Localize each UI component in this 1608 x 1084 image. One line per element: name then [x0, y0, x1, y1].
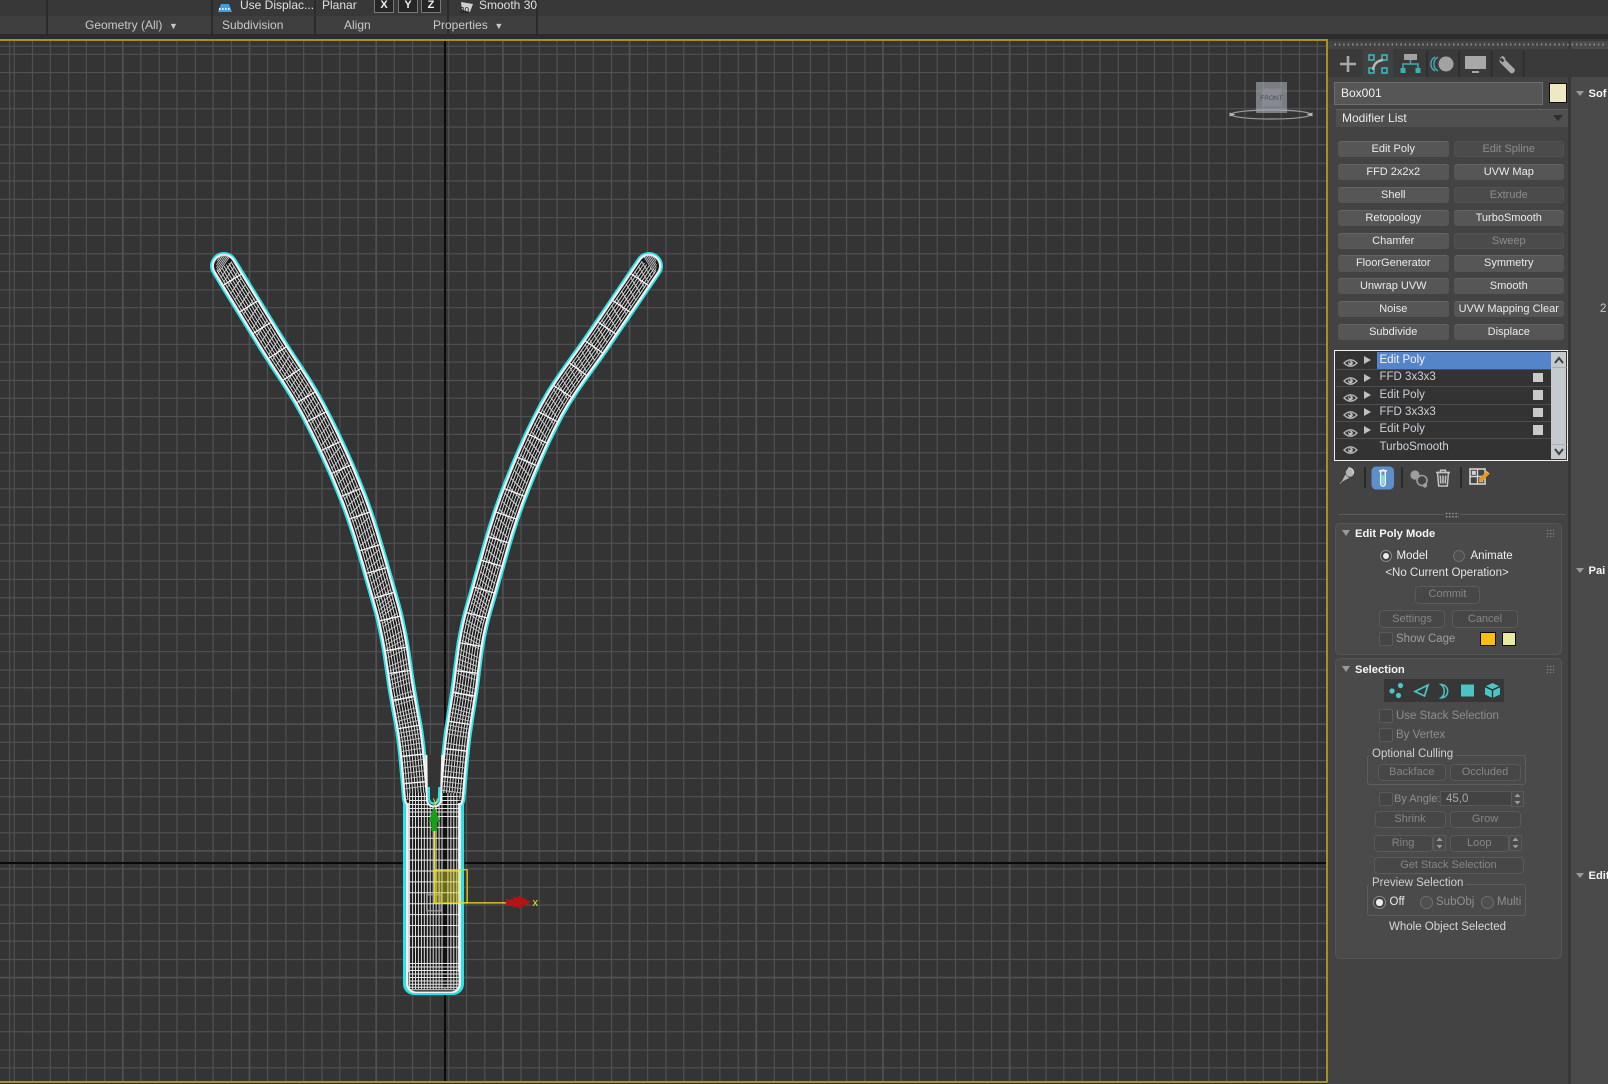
svg-text:FRONT: FRONT [1260, 95, 1282, 102]
svg-text:30: 30 [460, 6, 469, 14]
svg-text:y: y [433, 796, 438, 807]
svg-text:x: x [533, 897, 539, 909]
